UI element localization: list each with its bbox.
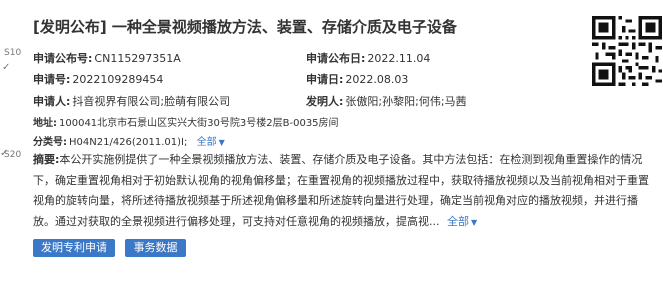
pub-date-row: 申请公布日: 2022.11.04 (306, 50, 430, 66)
abstract-label: 摘要: (33, 153, 60, 166)
applicant-row: 申请人: 抖音视界有限公司;脸萌有限公司 (33, 93, 230, 109)
patent-title[interactable]: [发明公布] 一种全景视频播放方法、装置、存储介质及电子设备 (33, 16, 457, 37)
patent-application-button[interactable]: 发明专利申请 (33, 239, 115, 257)
pub-no-label: 申请公布号: (33, 52, 93, 65)
qr-code-icon (592, 16, 662, 86)
classification-expand-link[interactable]: 全部 (197, 137, 217, 148)
previous-item-edge: S10 ✓ S20 ✓ (0, 0, 22, 281)
classification-row: 分类号: H04N21/426(2011.01)I; 全部 ▼ (33, 133, 225, 148)
address-row: 地址: 100041北京市石景山区实兴大街30号院3号楼2层B-0035房间 (33, 114, 339, 129)
inventor-value: 张傲阳;孙黎阳;何伟;马茜 (345, 95, 467, 108)
abstract-expand-link[interactable]: 全部 (447, 215, 469, 228)
abstract: 摘要:本公开实施例提供了一种全景视频播放方法、装置、存储介质及电子设备。其中方法… (33, 150, 653, 233)
classification-label: 分类号: (33, 137, 67, 148)
edge-fragment-1: S10 (4, 48, 22, 58)
check-icon: ✓ (0, 148, 9, 159)
classification-value: H04N21/426(2011.01)I; (69, 137, 188, 148)
app-no-value: 2022109289454 (72, 73, 164, 86)
app-no-label: 申请号: (33, 73, 71, 86)
app-date-value: 2022.08.03 (345, 73, 409, 86)
pub-no-row: 申请公布号: CN115297351A (33, 50, 181, 66)
app-date-label: 申请日: (306, 73, 344, 86)
caret-down-icon[interactable]: ▼ (219, 138, 225, 147)
caret-down-icon[interactable]: ▼ (471, 218, 477, 227)
address-value: 100041北京市石景山区实兴大街30号院3号楼2层B-0035房间 (59, 118, 339, 129)
app-no-row: 申请号: 2022109289454 (33, 71, 163, 87)
pub-date-label: 申请公布日: (306, 52, 366, 65)
affairs-data-button[interactable]: 事务数据 (125, 239, 186, 257)
applicant-value: 抖音视界有限公司;脸萌有限公司 (72, 95, 231, 108)
pub-no-value: CN115297351A (94, 52, 181, 65)
pub-date-value: 2022.11.04 (367, 52, 431, 65)
abstract-text: 本公开实施例提供了一种全景视频播放方法、装置、存储介质及电子设备。其中方法包括：… (33, 153, 649, 228)
inventor-row: 发明人: 张傲阳;孙黎阳;何伟;马茜 (306, 93, 467, 109)
address-label: 地址: (33, 118, 57, 129)
check-icon: ✓ (2, 62, 11, 73)
inventor-label: 发明人: (306, 95, 344, 108)
app-date-row: 申请日: 2022.08.03 (306, 71, 408, 87)
applicant-label: 申请人: (33, 95, 71, 108)
